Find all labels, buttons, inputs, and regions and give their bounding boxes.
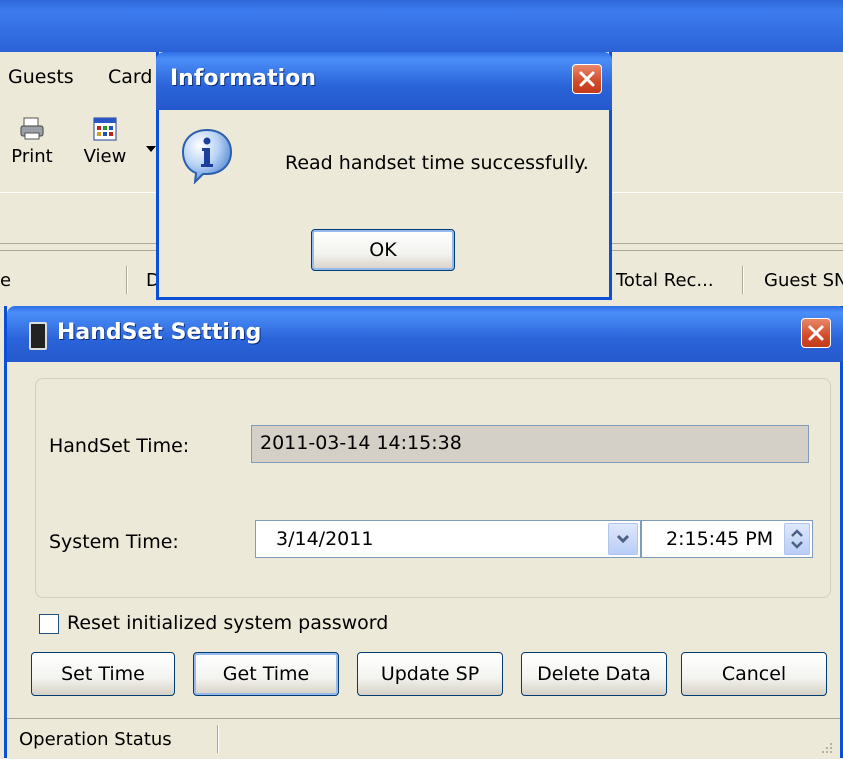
information-message: Read handset time successfully. (285, 152, 589, 174)
handset-dialog-title: HandSet Setting (57, 320, 262, 345)
get-time-button[interactable]: Get Time (193, 652, 339, 696)
information-icon (181, 128, 233, 184)
system-date-value: 3/14/2011 (276, 528, 374, 550)
status-bar: Operation Status (7, 718, 840, 759)
view-grid-icon (93, 117, 117, 141)
cancel-button[interactable]: Cancel (681, 652, 827, 696)
handset-setting-dialog: HandSet Setting HandSet Time: 2011-03-14… (4, 306, 843, 759)
system-date-picker[interactable]: 3/14/2011 (255, 520, 641, 558)
operation-status-text: Operation Status (19, 729, 172, 750)
status-bar-separator (217, 725, 219, 753)
column-separator[interactable] (126, 266, 128, 294)
menu-guests[interactable]: Guests (8, 66, 74, 88)
printer-icon (20, 117, 44, 140)
handset-dialog-titlebar: HandSet Setting (7, 306, 843, 362)
view-button[interactable]: View (70, 116, 140, 167)
chevron-down-icon (616, 534, 630, 544)
update-sp-button[interactable]: Update SP (357, 652, 503, 696)
print-button[interactable]: Print (0, 116, 64, 167)
time-groupbox (35, 378, 831, 598)
main-window-titlebar (0, 0, 843, 52)
ok-button[interactable]: OK (311, 229, 455, 271)
resize-grip-icon[interactable] (820, 741, 834, 755)
column-separator[interactable] (742, 266, 744, 294)
handset-time-label: HandSet Time: (49, 435, 190, 457)
handset-dialog-close-button[interactable] (801, 318, 831, 348)
column-header-guest-sn[interactable]: Guest SN (764, 270, 843, 291)
information-dialog: Information Read handset time successful… (156, 52, 612, 300)
close-icon (579, 71, 595, 87)
print-label: Print (11, 146, 53, 167)
menu-card-label: Card (108, 66, 153, 88)
date-dropdown-button[interactable] (608, 523, 638, 555)
view-label: View (83, 146, 127, 167)
information-dialog-close-button[interactable] (572, 64, 602, 94)
handset-time-field: 2011-03-14 14:15:38 (251, 425, 809, 463)
close-icon (808, 325, 824, 341)
reset-password-checkbox[interactable] (39, 614, 59, 634)
system-time-picker[interactable]: 2:15:45 PM (641, 520, 813, 558)
system-time-value: 2:15:45 PM (666, 528, 774, 550)
reset-password-label[interactable]: Reset initialized system password (67, 612, 388, 634)
system-time-label: System Time: (49, 531, 179, 553)
handset-icon (29, 322, 47, 350)
information-dialog-title: Information (170, 66, 316, 91)
delete-data-button[interactable]: Delete Data (521, 652, 667, 696)
menu-card[interactable]: Card (108, 66, 152, 88)
view-dropdown-arrow-icon[interactable] (146, 146, 156, 154)
column-header-total-records[interactable]: Total Rec... (616, 270, 714, 291)
information-dialog-titlebar: Information (156, 52, 612, 110)
spin-arrows-icon (791, 529, 803, 549)
time-spinner[interactable] (784, 523, 810, 555)
set-time-button[interactable]: Set Time (31, 652, 175, 696)
menu-guests-label: Guests (8, 66, 74, 88)
column-header-partial[interactable]: e (0, 270, 11, 291)
